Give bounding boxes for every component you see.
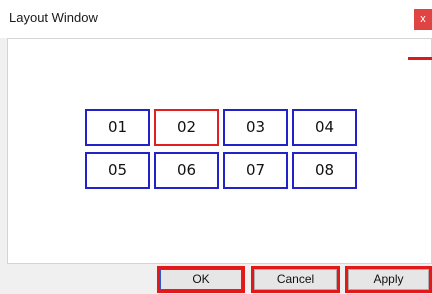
cancel-button[interactable]: Cancel <box>251 266 340 293</box>
layout-cell-01[interactable]: 01 <box>85 109 150 146</box>
layout-cell-04[interactable]: 04 <box>292 109 357 146</box>
close-button[interactable]: x <box>414 9 432 30</box>
layout-cell-03[interactable]: 03 <box>223 109 288 146</box>
layout-window: Layout Window x 01 02 03 04 05 06 07 08 … <box>0 0 432 294</box>
layout-grid: 01 02 03 04 05 06 07 08 <box>85 109 357 189</box>
layout-cell-06[interactable]: 06 <box>154 152 219 189</box>
cancel-button-label: Cancel <box>254 269 337 290</box>
layout-cell-02[interactable]: 02 <box>154 109 219 146</box>
apply-button[interactable]: Apply <box>345 266 432 293</box>
layout-cell-08[interactable]: 08 <box>292 152 357 189</box>
close-icon: x <box>420 13 426 25</box>
layout-cell-07[interactable]: 07 <box>223 152 288 189</box>
ok-button[interactable]: OK <box>157 266 245 293</box>
ok-button-label: OK <box>160 269 242 290</box>
layout-cell-05[interactable]: 05 <box>85 152 150 189</box>
red-marker <box>408 57 432 60</box>
title-bar: Layout Window x <box>0 0 432 38</box>
apply-button-label: Apply <box>348 269 429 290</box>
window-title: Layout Window <box>9 10 98 25</box>
